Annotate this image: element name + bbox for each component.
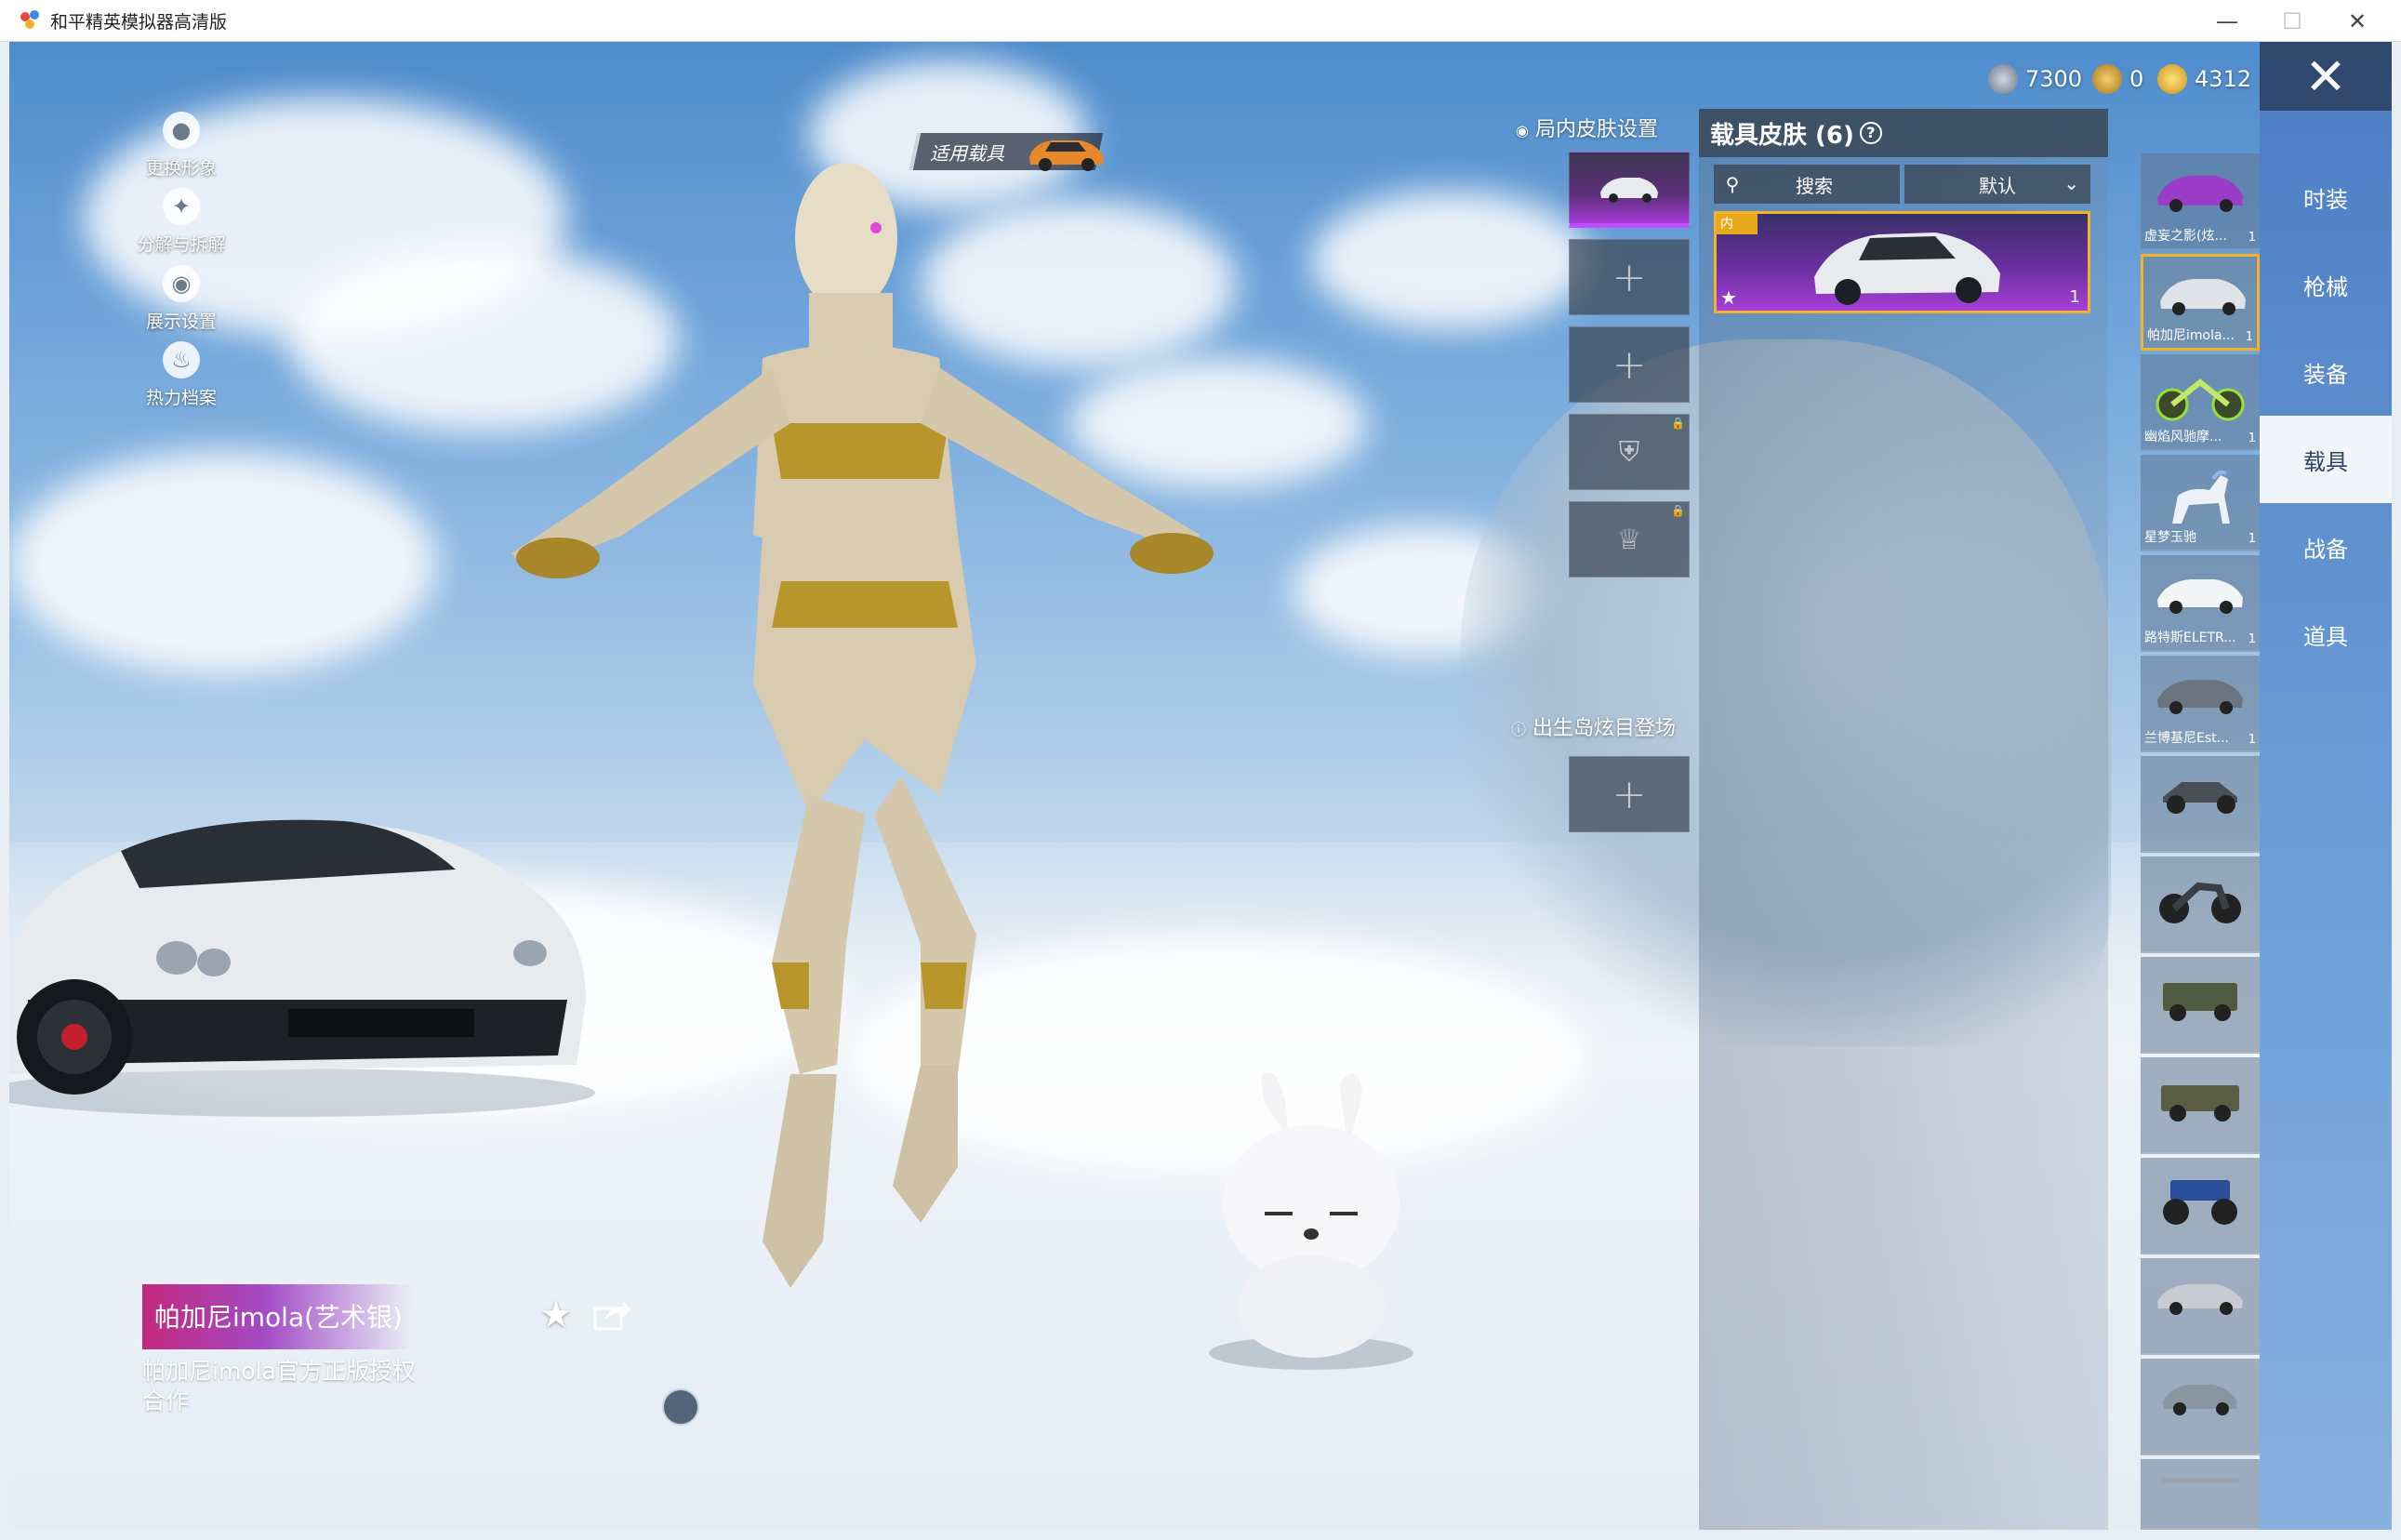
maximize-icon[interactable]: ☐ [2260, 0, 2325, 42]
vehicle-skin-panel [1699, 109, 2108, 1530]
skin-slot-4[interactable]: ⛨ 🔒 [1569, 414, 1690, 490]
cloud [1311, 191, 1590, 330]
shield-icon: ⛨ [1618, 435, 1640, 469]
skin-slot-3[interactable]: + [1569, 326, 1690, 403]
side-menu-decompose[interactable]: ✦ 分解与拆解 [121, 188, 242, 256]
sedan-icon [2157, 1284, 2243, 1315]
skin-setting-title: ◉ 局内皮肤设置 [1516, 118, 1658, 141]
window-title: 和平精英模拟器高清版 [50, 11, 228, 33]
vehicle-list-item[interactable]: 虚妄之影(炫... 1 [2141, 153, 2260, 250]
tab-props[interactable]: 道具 [2260, 591, 2392, 678]
tab-vehicles[interactable]: 载具 [2260, 416, 2392, 503]
white-car-icon [2157, 579, 2243, 614]
purple-car-icon [2157, 176, 2243, 212]
vehicle-list-item[interactable] [2141, 756, 2260, 853]
boat-icon [2161, 1478, 2239, 1483]
visible-eye-icon: ◉ [1516, 122, 1529, 139]
window-titlebar: 和平精英模拟器高清版 — ☐ ✕ [0, 0, 2401, 42]
close-icon[interactable]: ✕ [2325, 0, 2390, 42]
game-viewport[interactable]: ● 更换形象 ✦ 分解与拆解 ◉ 展示设置 ♨ 热力档案 适用载具 ◉ 局内皮肤… [9, 42, 2392, 1530]
silver-car-icon [2160, 279, 2246, 315]
silver-car-image [1814, 232, 2000, 305]
share-icon[interactable] [593, 1299, 630, 1331]
vehicle-list-item[interactable] [2141, 957, 2260, 1054]
crown-icon: ♕ [1616, 523, 1642, 556]
plus-icon: + [1612, 253, 1647, 301]
applicable-vehicle-label: 适用载具 [930, 142, 1004, 165]
horse-icon [2172, 470, 2230, 524]
item-title: 帕加尼imola(艺术银) [154, 1302, 403, 1333]
eye-icon: ◉ [163, 265, 200, 302]
skin-slot-5[interactable]: ♕ 🔒 [1569, 501, 1690, 578]
currency-lightning[interactable]: 4312 [2157, 60, 2251, 98]
vehicle-list-item[interactable] [2141, 1459, 2260, 1530]
item-description: 帕加尼imola官方正版授权合作 [142, 1358, 416, 1414]
buggy-icon [2163, 782, 2237, 814]
decompose-icon: ✦ [163, 188, 200, 225]
motorbike-icon [2159, 882, 2241, 923]
currency-gold[interactable]: 0 [2092, 60, 2143, 98]
star-icon: ★ [1720, 286, 1737, 309]
vehicle-skin-title: 载具皮肤 (6) [1710, 121, 1854, 150]
vehicle-list-item[interactable]: 路特斯ELETR... 1 [2141, 555, 2260, 652]
skin-slot-2[interactable]: + [1569, 239, 1690, 315]
vehicle-list-item-selected[interactable]: 帕加尼imola... 1 [2141, 254, 2260, 351]
character-model [511, 163, 1214, 1288]
skin-slot-1[interactable] [1569, 152, 1690, 228]
side-menu-heat-archive[interactable]: ♨ 热力档案 [121, 341, 242, 409]
plus-icon: + [1612, 770, 1647, 818]
lock-icon: 🔒 [1671, 417, 1685, 430]
tab-equipment[interactable]: 装备 [2260, 328, 2392, 416]
help-icon[interactable]: ? [1859, 122, 1882, 144]
vehicle-skin-card[interactable]: 内 ★ 1 [1714, 211, 2090, 313]
flame-icon: ♨ [163, 341, 200, 378]
horn-icon[interactable] [662, 1388, 699, 1426]
vehicle-list-item[interactable] [2141, 856, 2260, 953]
favorite-star-icon[interactable]: ★ [539, 1294, 573, 1336]
minimize-icon[interactable]: — [2195, 0, 2260, 42]
vehicle-list-item[interactable] [2141, 1359, 2260, 1455]
spawn-slot[interactable]: + [1569, 756, 1690, 832]
tab-firearms[interactable]: 枪械 [2260, 241, 2392, 328]
sort-dropdown[interactable]: 默认 ⌄ [1904, 165, 2090, 204]
tab-battle-prep[interactable]: 战备 [2260, 503, 2392, 591]
currency-silver[interactable]: 7300 [1988, 60, 2082, 98]
vehicle-list-item[interactable]: 兰博基尼Est... 1 [2141, 656, 2260, 752]
gold-coin-icon [2092, 64, 2122, 94]
silver-car-icon [1600, 178, 1658, 203]
app-logo-icon [20, 10, 41, 31]
grey-car-icon [2157, 680, 2243, 714]
chevron-down-icon: ⌄ [2063, 172, 2079, 194]
search-icon: ⚲ [1725, 173, 1740, 195]
compact-car-icon [2163, 1385, 2237, 1415]
vehicle-list-item[interactable]: 幽焰风驰摩... 1 [2141, 354, 2260, 451]
plus-icon: + [1612, 340, 1647, 389]
lock-icon: 🔒 [1671, 504, 1685, 517]
skin-card-count: 1 [2069, 287, 2080, 307]
jeep-icon [2163, 983, 2237, 1021]
side-menu-change-look[interactable]: ● 更换形象 [121, 112, 242, 179]
motorcycle-icon [2156, 378, 2245, 421]
avatar-icon: ● [163, 112, 200, 149]
side-menu-display-settings[interactable]: ◉ 展示设置 [121, 265, 242, 333]
silver-coin-icon [1988, 64, 2018, 94]
cloud [9, 451, 437, 674]
lightning-coin-icon [2157, 64, 2187, 94]
equipped-badge: 内 [1717, 214, 1758, 234]
search-input[interactable]: ⚲ 搜索 [1714, 165, 1900, 204]
tab-fashion[interactable]: 时装 [2260, 153, 2392, 241]
orange-car-icon [1029, 140, 1104, 171]
rabbit-pet [1209, 1072, 1413, 1370]
vehicle-skin-header: 载具皮肤 (6) ? [1699, 109, 2108, 157]
spawn-entrance-title: ⓘ 出生岛炫目登场 [1511, 717, 1677, 740]
monster-truck-icon [2163, 1180, 2237, 1225]
vehicle-list-item[interactable] [2141, 1057, 2260, 1154]
vehicle-list-item[interactable] [2141, 1158, 2260, 1255]
close-button[interactable]: ✕ [2260, 42, 2392, 111]
military-jeep-icon [2161, 1085, 2239, 1122]
help-circle-icon: ⓘ [1511, 721, 1527, 738]
vehicle-list-item[interactable] [2141, 1258, 2260, 1355]
close-icon: ✕ [2304, 46, 2347, 106]
vehicle-list-item[interactable]: 星梦玉驰 1 [2141, 455, 2260, 551]
